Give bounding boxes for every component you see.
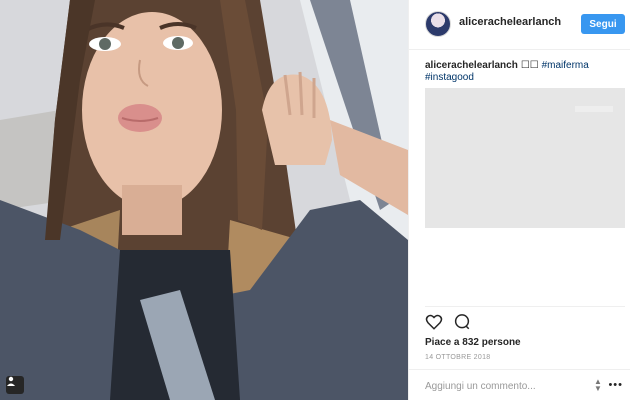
selfie-illustration: [0, 0, 408, 400]
post-header: alicerachelearlanch Segui: [409, 0, 630, 50]
divider: [425, 306, 625, 307]
post-side-panel: alicerachelearlanch Segui alicerachelear…: [408, 0, 630, 400]
comment-input[interactable]: [423, 378, 587, 394]
action-bar: [425, 313, 471, 335]
follow-button[interactable]: Segui: [581, 14, 625, 34]
scroll-arrows-icon[interactable]: ▲ ▼: [593, 378, 603, 393]
post-date: 14 OTTOBRE 2018: [425, 354, 491, 361]
user-tag-icon[interactable]: [6, 376, 24, 394]
instagram-post: alicerachelearlanch Segui alicerachelear…: [0, 0, 630, 400]
placeholder-bar: [575, 106, 613, 112]
hashtag-link[interactable]: #instagood: [425, 72, 474, 83]
caption: alicerachelearlanch ☐☐ #maiferma #instago…: [425, 60, 621, 84]
comment-row: ▲▼ •••: [409, 369, 630, 400]
more-options-icon[interactable]: •••: [608, 379, 623, 391]
speech-bubble-icon[interactable]: [453, 313, 471, 331]
post-photo[interactable]: [0, 0, 408, 400]
avatar[interactable]: [425, 11, 451, 37]
like-count[interactable]: Piace a 832 persone: [425, 337, 521, 348]
embedded-media-placeholder: [425, 88, 625, 228]
person-glyph-icon: [7, 376, 15, 386]
hashtag-link[interactable]: #maiferma: [542, 60, 589, 71]
caption-username[interactable]: alicerachelearlanch: [425, 60, 518, 71]
caption-emoji: ☐☐: [520, 60, 539, 71]
heart-icon[interactable]: [425, 313, 443, 331]
header-username[interactable]: alicerachelearlanch: [459, 16, 561, 28]
